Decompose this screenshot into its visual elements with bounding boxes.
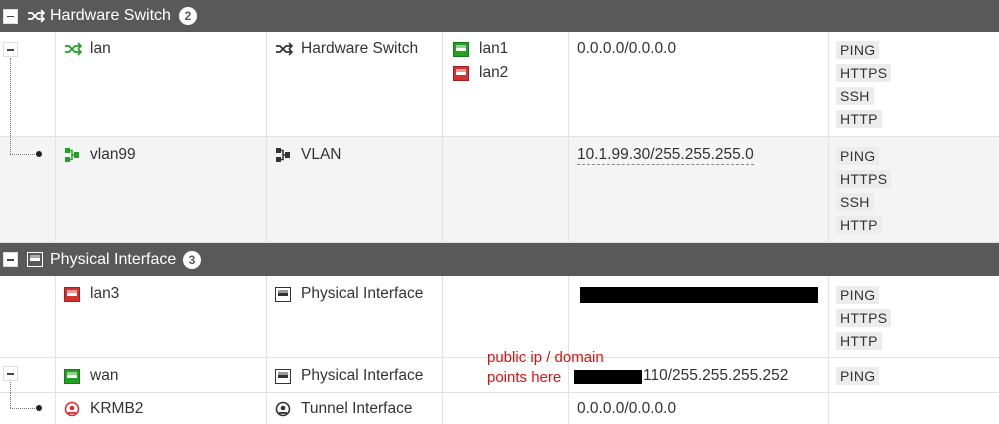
interface-type: VLAN [301, 146, 342, 163]
physical-port-icon [275, 286, 293, 302]
tree-connector [10, 393, 11, 408]
collapse-toggle[interactable] [3, 8, 18, 24]
port-up-icon [453, 41, 471, 57]
access-badge: HTTP [836, 110, 882, 128]
group-title: Physical Interface [50, 250, 177, 268]
interface-name-cell[interactable]: lan3 [64, 285, 119, 303]
interface-type: Hardware Switch [301, 40, 419, 57]
table-row-lan[interactable]: lan Hardware Switch lan1 lan2 0.0.0.0/0.… [0, 32, 999, 152]
annotation-note: public ip / domain points here [487, 348, 604, 388]
tree-node-dot [36, 151, 42, 157]
ip-netmask: 0.0.0.0/0.0.0.0 [577, 400, 677, 417]
access-badge: PING [836, 367, 880, 385]
hardware-switch-icon [275, 41, 293, 57]
administrative-access: PING HTTPS SSH HTTP [836, 41, 892, 128]
tree-connector [10, 408, 37, 409]
ip-cell: 110/255.255.255.252 [643, 367, 788, 385]
access-badge: HTTP [836, 216, 882, 234]
annotation-line: public ip / domain [487, 349, 604, 366]
access-badge: PING [836, 286, 880, 304]
table-row-krmb2[interactable]: KRMB2 Tunnel Interface 0.0.0.0/0.0.0.0 [0, 393, 999, 424]
vlan-icon [275, 147, 293, 163]
administrative-access: PING [836, 367, 880, 385]
tree-node-dot [36, 405, 42, 411]
table-row-vlan99[interactable]: vlan99 VLAN 10.1.99.30/255.255.255.0 PIN… [0, 137, 999, 243]
interface-name: lan3 [90, 285, 120, 302]
type-cell: Hardware Switch [275, 40, 418, 58]
type-cell: VLAN [275, 146, 342, 164]
type-cell: Physical Interface [275, 367, 423, 385]
interface-type: Physical Interface [301, 285, 424, 302]
ip-netmask: 110/255.255.255.252 [643, 367, 789, 384]
member-name: lan2 [479, 64, 509, 81]
expand-toggle[interactable] [3, 366, 18, 381]
interface-name: wan [90, 367, 119, 384]
ip-netmask: 0.0.0.0/0.0.0.0 [577, 40, 677, 57]
member-lan2: lan2 [453, 64, 508, 82]
collapse-toggle[interactable] [3, 252, 18, 267]
access-badge: SSH [836, 87, 874, 105]
interface-name-cell[interactable]: wan [64, 367, 118, 385]
interface-type: Physical Interface [301, 367, 424, 384]
port-down-icon [64, 286, 82, 302]
interface-name-cell[interactable]: lan [64, 40, 111, 58]
redacted-ip [580, 287, 818, 303]
access-badge: SSH [836, 193, 874, 211]
hardware-switch-icon [64, 41, 82, 57]
access-badge: PING [836, 147, 880, 165]
hardware-switch-icon [27, 9, 45, 23]
group-header-physical-interface[interactable]: Physical Interface 3 [0, 243, 999, 276]
physical-port-icon [27, 252, 43, 267]
type-cell: Tunnel Interface [275, 400, 412, 418]
ip-netmask[interactable]: 10.1.99.30/255.255.255.0 [577, 146, 754, 165]
interface-name: lan [90, 40, 111, 57]
port-up-icon [64, 368, 82, 384]
expand-toggle[interactable] [3, 42, 18, 57]
tree-connector [10, 137, 11, 154]
administrative-access: PING HTTPS HTTP [836, 286, 892, 350]
group-header-hardware-switch[interactable]: Hardware Switch 2 [0, 0, 999, 32]
table-row-lan3[interactable]: lan3 Physical Interface PING HTTPS HTTP [0, 276, 999, 358]
tunnel-down-icon [64, 401, 82, 417]
ip-cell[interactable]: 10.1.99.30/255.255.255.0 [577, 146, 754, 165]
annotation-line: points here [487, 369, 562, 386]
interface-name: KRMB2 [90, 400, 144, 417]
tree-connector [10, 382, 11, 393]
ip-cell: 0.0.0.0/0.0.0.0 [577, 400, 676, 418]
administrative-access: PING HTTPS SSH HTTP [836, 147, 892, 234]
group-title: Hardware Switch [50, 7, 171, 24]
access-badge: PING [836, 41, 880, 59]
member-lan1: lan1 [453, 40, 508, 58]
tree-connector [10, 154, 37, 155]
interface-name-cell[interactable]: vlan99 [64, 146, 136, 164]
vlan-icon [64, 147, 82, 163]
access-badge: HTTPS [836, 64, 892, 82]
interface-name: vlan99 [90, 146, 136, 163]
access-badge: HTTPS [836, 170, 892, 188]
count-badge: 3 [183, 250, 201, 269]
interface-type: Tunnel Interface [301, 400, 413, 417]
access-badge: HTTP [836, 332, 882, 350]
tunnel-icon [275, 401, 293, 417]
interface-name-cell[interactable]: KRMB2 [64, 400, 143, 418]
count-badge: 2 [179, 7, 197, 25]
member-name: lan1 [479, 40, 509, 57]
access-badge: HTTPS [836, 309, 892, 327]
type-cell: Physical Interface [275, 285, 423, 303]
port-down-icon [453, 65, 471, 81]
ip-cell: 0.0.0.0/0.0.0.0 [577, 40, 676, 58]
physical-port-icon [275, 368, 293, 384]
